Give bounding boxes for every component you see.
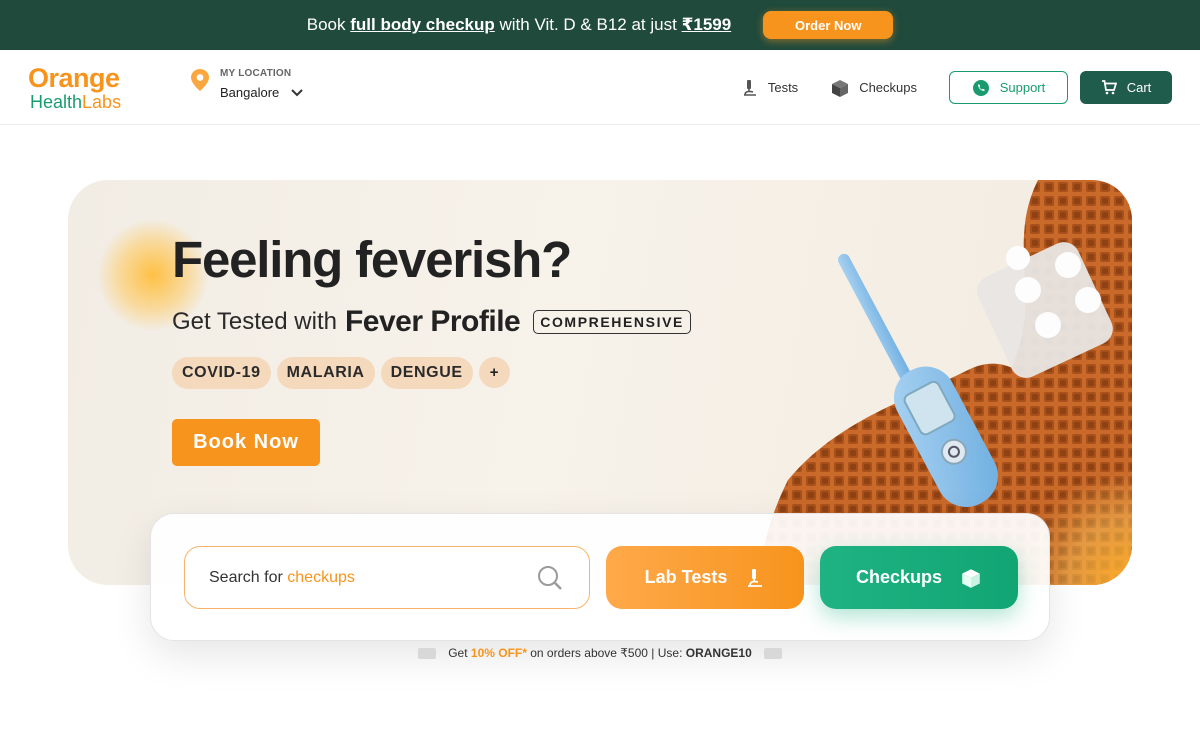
coupon-pre: Get bbox=[448, 646, 471, 660]
promo-price: ₹1599 bbox=[681, 15, 732, 34]
chip-covid: COVID-19 bbox=[172, 357, 271, 389]
microscope-icon bbox=[743, 79, 756, 96]
coupon-code: ORANGE10 bbox=[685, 646, 752, 660]
header: Orange HealthLabs MY LOCATION Bangalore … bbox=[0, 50, 1200, 125]
checkups-label: Checkups bbox=[855, 567, 943, 587]
location-pin-icon bbox=[191, 69, 209, 91]
nav-checkups-label: Checkups bbox=[859, 80, 917, 95]
checkups-button[interactable]: Checkups bbox=[820, 546, 1018, 609]
location-selector[interactable]: MY LOCATION Bangalore bbox=[190, 68, 303, 100]
location-city: Bangalore bbox=[220, 85, 280, 100]
coupon-text: Get 10% OFF* on orders above ₹500 | Use:… bbox=[448, 646, 752, 660]
promo-pre: Book bbox=[306, 15, 351, 34]
location-text: MY LOCATION Bangalore bbox=[220, 68, 303, 100]
logo-top: Orange bbox=[28, 63, 120, 93]
book-now-button[interactable]: Book Now bbox=[172, 419, 320, 466]
ticket-icon bbox=[418, 647, 437, 659]
box-icon bbox=[962, 568, 980, 588]
nav-checkups[interactable]: Checkups bbox=[830, 78, 917, 98]
cart-icon bbox=[1101, 80, 1117, 95]
chip-more: + bbox=[478, 357, 510, 388]
box-icon bbox=[832, 79, 849, 97]
location-label: MY LOCATION bbox=[220, 68, 292, 79]
search-placeholder: Search for checkups bbox=[209, 569, 355, 587]
lab-tests-button[interactable]: Lab Tests bbox=[606, 546, 804, 609]
support-button[interactable]: Support bbox=[949, 71, 1068, 104]
logo-bottom-b: Labs bbox=[82, 92, 122, 112]
coupon-mid: on orders above ₹500 | Use: bbox=[526, 646, 686, 660]
search-keyword: checkups bbox=[287, 568, 355, 586]
nav-tests-label: Tests bbox=[767, 80, 799, 95]
promo-highlight-link[interactable]: full body checkup bbox=[350, 15, 495, 34]
nav-tests[interactable]: Tests bbox=[741, 79, 798, 97]
comprehensive-badge: COMPREHENSIVE bbox=[533, 310, 691, 334]
promo-bar: Book full body checkup with Vit. D & B12… bbox=[0, 0, 1200, 50]
chevron-down-icon[interactable] bbox=[291, 88, 303, 97]
microscope-icon bbox=[748, 568, 763, 587]
coupon-percent: 10% OFF* bbox=[470, 646, 527, 660]
promo-mid: with Vit. D & B12 at just bbox=[494, 15, 682, 34]
hero-sub-b: Fever Profile bbox=[344, 305, 521, 338]
hero-headline: Feeling feverish? bbox=[172, 231, 572, 288]
hero-subline: Get Tested with Fever Profile COMPREHENS… bbox=[172, 305, 691, 339]
lab-tests-label: Lab Tests bbox=[644, 567, 728, 587]
search-icon[interactable] bbox=[537, 565, 563, 591]
chip-dengue: DENGUE bbox=[380, 357, 473, 389]
nav: Tests Checkups Support Cart bbox=[741, 71, 1172, 104]
logo-bottom: HealthLabs bbox=[30, 92, 140, 112]
ticket-icon bbox=[763, 647, 782, 659]
logo-bottom-a: Health bbox=[30, 92, 83, 112]
order-now-button[interactable]: Order Now bbox=[763, 11, 894, 39]
hero-sub-a: Get Tested with bbox=[172, 308, 337, 335]
search-input[interactable]: Search for checkups bbox=[184, 546, 590, 609]
coupon-strip: Get 10% OFF* on orders above ₹500 | Use:… bbox=[0, 646, 1200, 660]
search-prefix: Search for bbox=[209, 568, 288, 586]
chip-malaria: MALARIA bbox=[276, 357, 375, 389]
support-label: Support bbox=[999, 80, 1046, 95]
logo[interactable]: Orange HealthLabs bbox=[28, 64, 140, 112]
cart-button[interactable]: Cart bbox=[1080, 71, 1172, 104]
cart-label: Cart bbox=[1126, 80, 1152, 95]
test-chips: COVID-19 MALARIA DENGUE + bbox=[172, 357, 510, 389]
promo-text: Book full body checkup with Vit. D & B12… bbox=[307, 15, 731, 35]
whatsapp-icon bbox=[972, 79, 989, 96]
search-panel: Search for checkups Lab Tests Checkups bbox=[150, 513, 1050, 641]
location-city-row: Bangalore bbox=[220, 85, 303, 100]
